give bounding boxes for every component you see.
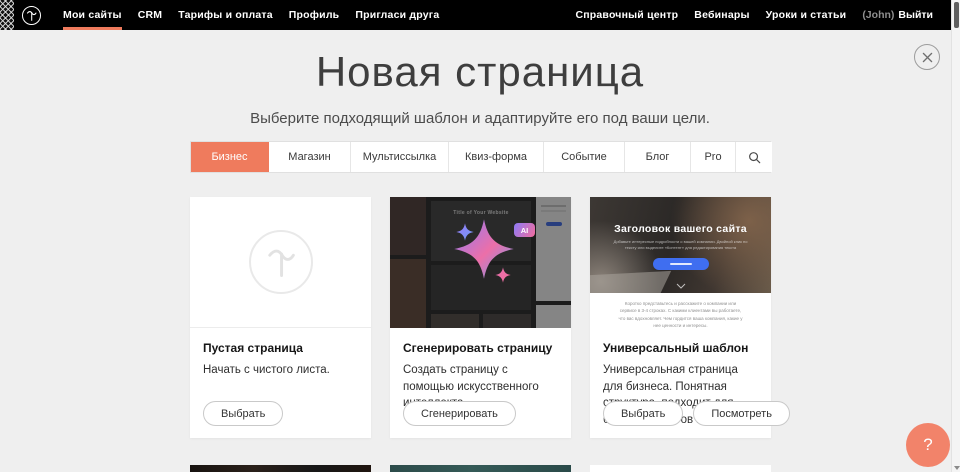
card-body: Универсальный шаблон Универсальная стран…	[590, 328, 771, 438]
page-subtitle: Выберите подходящий шаблон и адаптируйте…	[0, 110, 960, 127]
search-tab-button[interactable]	[736, 142, 772, 172]
template-card-partial[interactable]	[390, 465, 571, 472]
user-name: (John)	[862, 9, 894, 21]
tilda-logo[interactable]	[14, 0, 55, 30]
template-body-text: Коротко представьтесь и расскажите о ком…	[616, 300, 745, 328]
new-page-modal: Мои сайты CRM Тарифы и оплата Профиль Пр…	[0, 0, 960, 472]
ai-preview: Title of Your Website	[390, 197, 571, 328]
card-title: Пустая страница	[203, 341, 358, 355]
tab-event[interactable]: Событие	[544, 142, 625, 172]
close-icon	[922, 52, 933, 63]
sparkle-small-icon	[495, 267, 511, 283]
tab-business[interactable]: Бизнес	[191, 142, 269, 172]
template-card-blank-page[interactable]: Пустая страница Начать с чистого листа. …	[190, 197, 371, 438]
ai-badge: AI	[514, 223, 535, 237]
template-category-tabs: Бизнес Магазин Мультиссылка Квиз-форма С…	[190, 141, 771, 173]
tab-quiz-form[interactable]: Квиз-форма	[449, 142, 544, 172]
tab-shop[interactable]: Магазин	[269, 142, 351, 172]
nav-item-lessons[interactable]: Уроки и статьи	[758, 0, 855, 30]
scrollbar[interactable]	[951, 0, 960, 472]
tilda-watermark-icon	[249, 230, 313, 294]
nav-item-my-sites[interactable]: Мои сайты	[55, 0, 130, 30]
logout-link[interactable]: Выйти	[898, 9, 933, 21]
template-card-universal[interactable]: Заголовок вашего сайта Добавьте интересн…	[590, 197, 771, 438]
nav-item-help-center[interactable]: Справочный центр	[567, 0, 686, 30]
nav-item-crm[interactable]: CRM	[130, 0, 171, 30]
scrollbar-thumb[interactable]	[954, 2, 959, 28]
tab-pro[interactable]: Pro	[691, 142, 736, 172]
tab-blog[interactable]: Блог	[625, 142, 691, 172]
card-description: Начать с чистого листа.	[203, 362, 358, 379]
template-body-section: Коротко представьтесь и расскажите о ком…	[590, 293, 771, 328]
close-modal-button[interactable]	[914, 44, 940, 70]
template-card-partial[interactable]	[590, 465, 771, 472]
top-navigation-bar: Мои сайты CRM Тарифы и оплата Профиль Пр…	[0, 0, 951, 30]
template-card-partial[interactable]	[190, 465, 371, 472]
user-session: (John) Выйти	[854, 0, 941, 30]
tab-multilink[interactable]: Мультиссылка	[351, 142, 449, 172]
main-nav: Мои сайты CRM Тарифы и оплата Профиль Пр…	[55, 0, 447, 30]
card-title: Универсальный шаблон	[603, 341, 758, 355]
choose-universal-button[interactable]: Выбрать	[603, 401, 683, 426]
blank-page-preview	[190, 197, 371, 328]
template-hero: Заголовок вашего сайта Добавьте интересн…	[590, 197, 771, 293]
card-body: Сгенерировать страницу Создать страницу …	[390, 328, 571, 438]
nav-item-profile[interactable]: Профиль	[281, 0, 348, 30]
template-hero-cta-button	[653, 258, 709, 270]
universal-preview: Заголовок вашего сайта Добавьте интересн…	[590, 197, 771, 328]
tilda-logo-icon	[22, 6, 41, 25]
generate-button[interactable]: Сгенерировать	[403, 401, 516, 426]
secondary-nav: Справочный центр Вебинары Уроки и статьи…	[567, 0, 951, 30]
help-button[interactable]: ?	[906, 423, 950, 467]
nav-item-invite-friend[interactable]: Пригласи друга	[347, 0, 447, 30]
choose-blank-button[interactable]: Выбрать	[203, 401, 283, 426]
preview-universal-button[interactable]: Посмотреть	[693, 401, 790, 426]
nav-item-tariffs[interactable]: Тарифы и оплата	[170, 0, 281, 30]
card-body: Пустая страница Начать с чистого листа. …	[190, 328, 371, 438]
template-hero-title: Заголовок вашего сайта	[590, 223, 771, 235]
template-card-ai-generate[interactable]: Title of Your Website	[390, 197, 571, 438]
nav-item-webinars[interactable]: Вебинары	[686, 0, 757, 30]
template-hero-text: Добавьте интересные подробности о вашей …	[611, 239, 751, 252]
page-title: Новая страница	[0, 48, 960, 96]
chevron-down-icon	[676, 283, 686, 289]
window-edge-pattern	[0, 0, 14, 30]
search-icon	[748, 151, 761, 164]
card-title: Сгенерировать страницу	[403, 341, 558, 355]
scrollbar-arrow-icon[interactable]	[954, 466, 960, 470]
